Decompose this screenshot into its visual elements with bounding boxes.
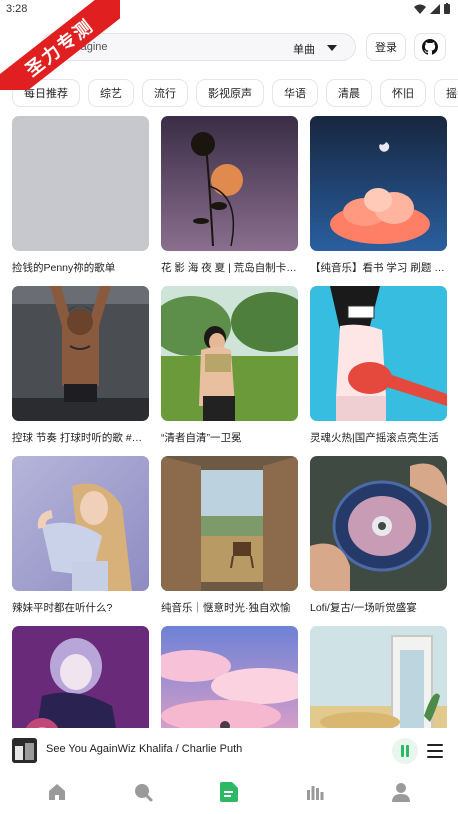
tag-pop[interactable]: 流行 [142, 79, 188, 107]
tag-morning[interactable]: 清晨 [326, 79, 372, 107]
playlist-cover [161, 626, 298, 728]
status-icons [414, 3, 450, 14]
playlist-cover [12, 456, 149, 591]
search-icon [135, 784, 153, 802]
playlist-card[interactable]: 花 影 海 夜 夏 | 荒岛自制卡带音乐 [161, 116, 298, 275]
queue-line [427, 744, 443, 746]
bottom-nav [0, 770, 458, 814]
playlist-card[interactable]: 【纯音乐】看书 学习 刷题 专注 [310, 116, 447, 275]
playlist-title: 纯音乐｜惬意时光·独自欢愉 [161, 602, 291, 614]
playlist-grid: 捡钱的Penny祢的歌单 花 影 海 夜 夏 | 荒岛自制卡带音乐 [12, 116, 448, 728]
playlist-title: 【纯音乐】看书 学习 刷题 专注 [310, 262, 447, 274]
search-input[interactable]: You agine 单曲 [40, 33, 356, 61]
tag-rock[interactable]: 摇滚 [434, 79, 458, 107]
playlist-cover [12, 286, 149, 421]
playlist-title: 控球 节奏 打球时听的歌 #篮球 [12, 432, 149, 444]
playlist-title: 花 影 海 夜 夏 | 荒岛自制卡带音乐 [161, 262, 298, 274]
queue-line [427, 750, 443, 752]
status-time: 3:28 [6, 3, 28, 15]
player-album-art[interactable] [12, 738, 37, 763]
playlist-card[interactable]: 控球 节奏 打球时听的歌 #篮球 [12, 286, 149, 445]
search-query: You agine [59, 41, 108, 53]
battery-icon [444, 3, 450, 14]
playlist-title: 灵魂火热|国产摇滚点亮生活 [310, 432, 439, 444]
playlist-cover [310, 116, 447, 251]
pause-icon [401, 745, 409, 757]
wifi-icon [414, 4, 426, 14]
nav-charts[interactable] [295, 772, 335, 812]
playlist-cover [310, 456, 447, 591]
charts-icon [307, 786, 324, 800]
playlist-card[interactable]: 灵魂火热|国产摇滚点亮生活 [310, 286, 447, 445]
playlist-card[interactable] [161, 626, 298, 728]
pause-button[interactable] [392, 738, 418, 764]
nav-search[interactable] [123, 772, 163, 812]
playlist-cover [12, 116, 149, 251]
playlist-cover [310, 626, 447, 728]
signal-icon [430, 3, 440, 14]
playlist-card[interactable] [310, 626, 447, 728]
playlist-title: Lofi/复古/一场听觉盛宴 [310, 602, 417, 614]
playlist-card[interactable]: 辣妹平时都在听什么? [12, 456, 149, 615]
tag-daily[interactable]: 每日推荐 [12, 79, 80, 107]
playlist-icon [220, 782, 238, 802]
mini-player[interactable]: See You AgainWiz Khalifa / Charlie Puth [0, 735, 458, 767]
playlist-card[interactable] [12, 626, 149, 728]
home-icon [49, 784, 65, 800]
tag-variety[interactable]: 综艺 [88, 79, 134, 107]
playlist-card[interactable]: Lofi/复古/一场听觉盛宴 [310, 456, 447, 615]
status-bar: 3:28 [0, 0, 458, 20]
tag-soundtrack[interactable]: 影视原声 [196, 79, 264, 107]
github-icon [422, 39, 438, 55]
playlist-card[interactable]: 纯音乐｜惬意时光·独自欢愉 [161, 456, 298, 615]
search-row: You agine 单曲 登录 [0, 33, 458, 61]
playlist-cover [161, 456, 298, 591]
queue-line [427, 756, 443, 758]
playlist-cover [310, 286, 447, 421]
playlist-cover [161, 116, 298, 251]
playlist-title: 辣妹平时都在听什么? [12, 602, 113, 614]
playlist-card[interactable]: 捡钱的Penny祢的歌单 [12, 116, 149, 275]
caret-down-icon[interactable] [327, 45, 337, 51]
playlist-title: “清者自清”一卫冕 [161, 432, 242, 444]
tag-nostalgia[interactable]: 怀旧 [380, 79, 426, 107]
queue-button[interactable] [426, 742, 444, 760]
category-tags: 每日推荐综艺流行影视原声华语清晨怀旧摇滚 [12, 79, 458, 109]
playlist-cover [161, 286, 298, 421]
github-button[interactable] [414, 33, 446, 61]
login-button[interactable]: 登录 [366, 33, 406, 61]
nav-user[interactable] [381, 772, 421, 812]
playlist-cover [12, 626, 149, 728]
playlist-title: 捡钱的Penny祢的歌单 [12, 262, 116, 274]
nav-playlist[interactable] [209, 772, 249, 812]
user-icon [392, 783, 410, 802]
playlist-card[interactable]: “清者自清”一卫冕 [161, 286, 298, 445]
player-track-title: See You AgainWiz Khalifa / Charlie Puth [46, 743, 243, 755]
nav-home[interactable] [37, 772, 77, 812]
tag-chinese[interactable]: 华语 [272, 79, 318, 107]
search-type-select[interactable]: 单曲 [293, 41, 315, 57]
